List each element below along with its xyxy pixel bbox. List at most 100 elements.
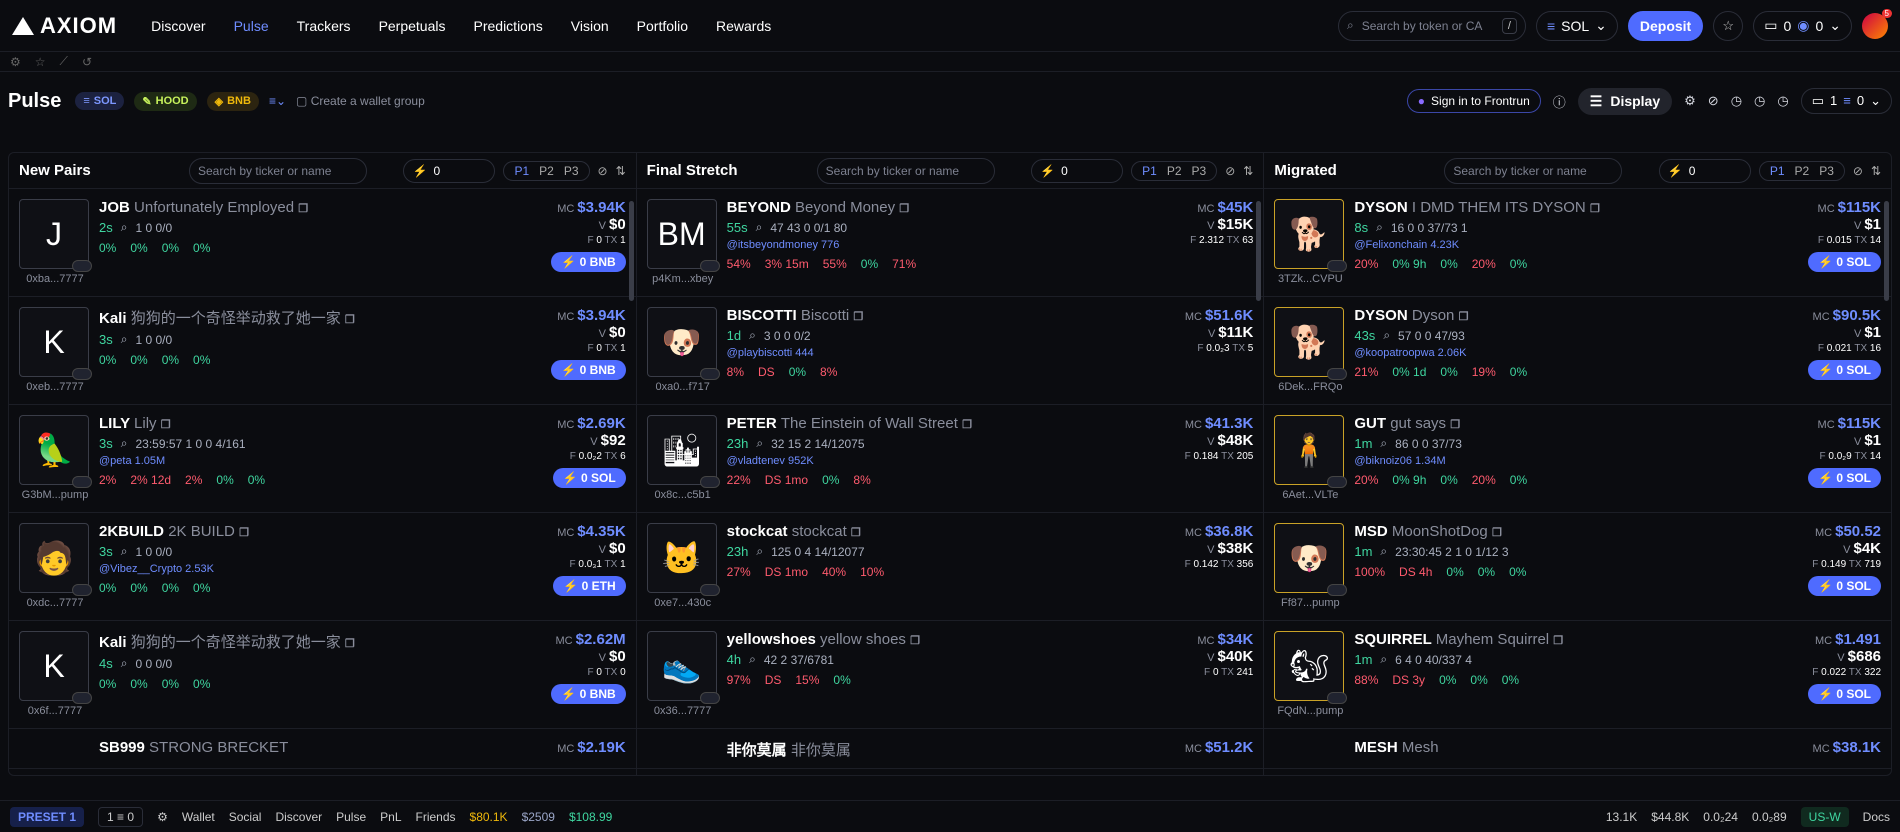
quick-buy-button[interactable]: ⚡ 0 SOL (552, 468, 626, 488)
chain-bnb-chip[interactable]: ◈ BNB (206, 91, 259, 111)
copy-icon[interactable]: ❐ (962, 419, 972, 431)
deposit-button[interactable]: Deposit (1627, 10, 1704, 41)
token-address[interactable]: 0x8c...c5b1 (645, 489, 721, 501)
chain-sol-chip[interactable]: ≡ SOL (75, 92, 125, 110)
token-image[interactable]: BM (646, 199, 720, 272)
column-search-input[interactable]: Search by ticker or name (1444, 157, 1623, 184)
token-row[interactable]: K 0xeb...7777 Kali 狗狗的一个奇怪举动救了她一家 ❐ 3s ⌕ 1… (9, 297, 636, 405)
token-image[interactable]: 🐕 (1274, 307, 1348, 380)
footer-friends[interactable]: Friends (416, 810, 456, 824)
chain-select[interactable]: ≡ SOL ⌄ (1535, 10, 1618, 41)
token-image[interactable]: 🐶 (646, 307, 720, 380)
search-icon[interactable]: ⌕ (121, 332, 128, 347)
timer-icon[interactable]: ◷ (1777, 93, 1788, 109)
column-search-input[interactable]: Search by ticker or name (816, 157, 995, 184)
copy-icon[interactable]: ❐ (853, 311, 863, 323)
token-row[interactable]: 🦜 G3bM...pump LILY Lily ❐ 3s ⌕ 23:59:57 1 … (9, 405, 636, 513)
eye-off-icon[interactable]: ⊘ (1853, 164, 1863, 178)
preset-p1[interactable]: P1 (510, 164, 533, 178)
search-icon[interactable]: ⌕ (121, 220, 128, 235)
search-icon[interactable]: ⌕ (749, 328, 756, 343)
preset-p2[interactable]: P2 (1791, 164, 1814, 178)
copy-icon[interactable]: ❐ (239, 527, 249, 539)
token-row[interactable]: SB999 STRONG BRECKET MC $2.19K (9, 729, 636, 769)
nav-perpetuals[interactable]: Perpetuals (365, 18, 460, 34)
search-icon[interactable]: ⌕ (121, 656, 128, 671)
search-icon[interactable]: ⌕ (121, 436, 128, 451)
column-filter-amount[interactable]: ⚡ 0 (403, 158, 496, 183)
frontrun-signin-button[interactable]: ● Sign in to Frontrun (1406, 89, 1541, 113)
token-row[interactable]: 🐶 Ff87...pump MSD MoonShotDog ❐ 1m ⌕ 23:30… (1264, 513, 1891, 621)
settings-icon[interactable]: ⚙ (10, 55, 21, 69)
copy-icon[interactable]: ❐ (345, 638, 355, 650)
eye-off-icon[interactable]: ⊘ (598, 164, 608, 178)
preset-p3[interactable]: P3 (560, 164, 583, 178)
footer-pulse[interactable]: Pulse (336, 810, 366, 824)
twitter-handle[interactable]: @koopatroopwa 2.06K (1354, 347, 1466, 359)
token-image[interactable]: 🦜 (19, 415, 92, 488)
search-icon[interactable]: ⌕ (121, 544, 128, 559)
copy-icon[interactable]: ❐ (851, 527, 861, 539)
footer-social[interactable]: Social (229, 810, 262, 824)
timer-icon[interactable]: ◷ (1754, 93, 1765, 109)
token-address[interactable]: 0x6f...7777 (17, 705, 93, 717)
quick-buy-button[interactable]: ⚡ 0 SOL (1808, 576, 1882, 596)
twitter-handle[interactable]: @peta 1.05M (99, 455, 165, 467)
history-icon[interactable]: ↺ (82, 55, 92, 69)
preset-p3[interactable]: P3 (1815, 164, 1838, 178)
footer-pnl[interactable]: PnL (380, 810, 401, 824)
search-icon[interactable]: ⌕ (749, 652, 756, 667)
wallet-summary[interactable]: ▭ 0 ◉ 0 ⌄ (1753, 10, 1852, 41)
token-row[interactable]: 🏙 0x8c...c5b1 PETER The Einstein of Wall… (636, 405, 1264, 513)
token-address[interactable]: G3bM...pump (17, 489, 93, 501)
copy-icon[interactable]: ❐ (1590, 203, 1600, 215)
token-address[interactable]: 0xeb...7777 (17, 381, 93, 393)
token-row[interactable]: K 0x6f...7777 Kali 狗狗的一个奇怪举动救了她一家 ❐ 4s ⌕ 0… (9, 621, 636, 729)
copy-icon[interactable]: ❐ (1459, 311, 1469, 323)
nav-vision[interactable]: Vision (557, 18, 623, 34)
token-row[interactable]: 非你莫属 非你莫属 MC $51.2K (636, 729, 1264, 769)
copy-icon[interactable]: ❐ (345, 314, 355, 326)
chart-icon[interactable]: ⟋ (60, 54, 68, 69)
quick-buy-button[interactable]: ⚡ 0 SOL (1808, 360, 1882, 380)
quick-buy-button[interactable]: ⚡ 0 SOL (1808, 468, 1882, 488)
preset-p1[interactable]: P1 (1766, 164, 1789, 178)
filter-icon[interactable]: ⇅ (1871, 164, 1881, 178)
token-row[interactable]: 🧑 0xdc...7777 2KBUILD 2K BUILD ❐ 3s ⌕ 1 0 … (9, 513, 636, 621)
copy-icon[interactable]: ❐ (910, 635, 920, 647)
token-address[interactable]: p4Km...xbey (645, 273, 721, 285)
copy-icon[interactable]: ❐ (1492, 527, 1502, 539)
search-icon[interactable]: ⌕ (1380, 652, 1387, 667)
nav-trackers[interactable]: Trackers (283, 18, 365, 34)
quick-buy-button[interactable]: ⚡ 0 ETH (553, 576, 626, 596)
settings-icon[interactable]: ⚙ (1684, 93, 1696, 109)
token-image[interactable]: 🐶 (1274, 523, 1348, 596)
quick-buy-button[interactable]: ⚡ 0 BNB (551, 684, 626, 704)
scrollbar[interactable] (1884, 201, 1890, 301)
twitter-handle[interactable]: @Felixonchain 4.23K (1354, 239, 1459, 251)
preset-button[interactable]: PRESET 1 (10, 806, 85, 827)
star-icon[interactable]: ☆ (1713, 10, 1744, 41)
twitter-handle[interactable]: @Vibez__Crypto 2.53K (99, 563, 214, 575)
chain-hood-chip[interactable]: ✎ HOOD (134, 91, 197, 111)
preset-switch[interactable]: P1 P2 P3 (1131, 160, 1218, 181)
token-image[interactable]: 🐿 (1274, 631, 1348, 704)
token-address[interactable]: FQdN...pump (1272, 705, 1348, 717)
token-row[interactable]: 🐱 0xe7...430c stockcat stockcat ❐ 23h ⌕ 12… (636, 513, 1264, 621)
eye-off-icon[interactable]: ⊘ (1225, 164, 1235, 178)
quick-buy-button[interactable]: ⚡ 0 BNB (551, 360, 626, 380)
token-image[interactable]: 👟 (646, 631, 720, 704)
global-search-input[interactable]: ⌕ Search by token or CA / (1337, 10, 1526, 41)
token-row[interactable]: MESH Mesh MC $38.1K (1264, 729, 1891, 769)
token-row[interactable]: BM p4Km...xbey BEYOND Beyond Money ❐ 55s… (636, 189, 1264, 297)
copy-icon[interactable]: ❐ (1553, 635, 1563, 647)
copy-icon[interactable]: ❐ (298, 203, 308, 215)
wallet-pill[interactable]: ▭ 1 ≡ 0 ⌄ (1800, 88, 1892, 114)
token-address[interactable]: 3TZk...CVPU (1272, 273, 1348, 285)
copy-icon[interactable]: ❐ (161, 419, 171, 431)
preset-p2[interactable]: P2 (535, 164, 558, 178)
preset-switch[interactable]: P1 P2 P3 (1758, 160, 1845, 181)
token-row[interactable]: J 0xba...7777 JOB Unfortunately Employed… (9, 189, 636, 297)
avatar[interactable]: 5 (1862, 8, 1892, 39)
preset-switch[interactable]: P1 P2 P3 (503, 160, 590, 181)
